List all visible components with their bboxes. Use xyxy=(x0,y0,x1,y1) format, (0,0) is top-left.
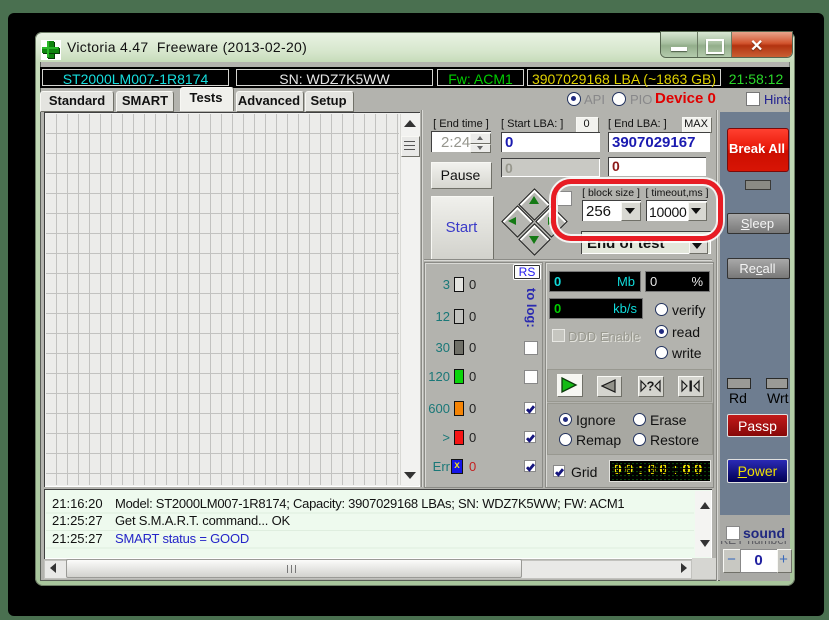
svg-text:?: ? xyxy=(647,379,655,393)
